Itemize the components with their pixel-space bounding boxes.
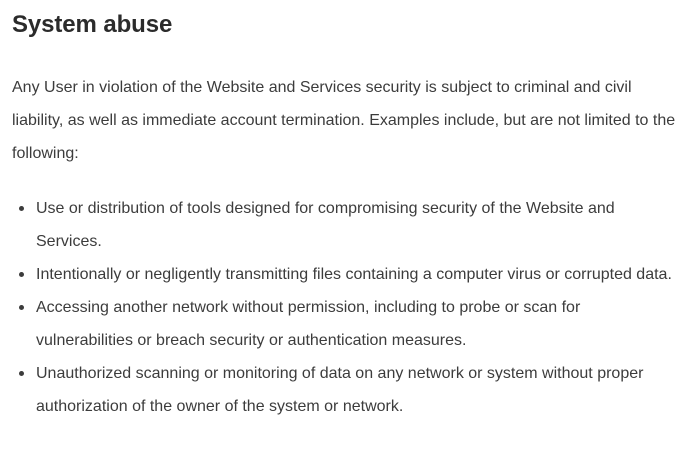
list-item: Unauthorized scanning or monitoring of d…	[12, 357, 677, 423]
list-item-text: Intentionally or negligently transmittin…	[36, 266, 672, 283]
list-item-text: Unauthorized scanning or monitoring of d…	[36, 365, 644, 415]
list-item: Intentionally or negligently transmittin…	[12, 258, 677, 291]
section-title: System abuse	[12, 11, 173, 38]
list-item-text: Accessing another network without permis…	[36, 299, 581, 349]
list-item-text: Use or distribution of tools designed fo…	[36, 200, 615, 250]
examples-list: Use or distribution of tools designed fo…	[12, 192, 677, 423]
system-abuse-section: System abuse Any User in violation of th…	[0, 0, 691, 449]
bullet-icon	[19, 371, 24, 376]
bullet-icon	[19, 272, 24, 277]
bullet-icon	[19, 206, 24, 211]
section-intro: Any User in violation of the Website and…	[12, 79, 676, 162]
bullet-icon	[19, 305, 24, 310]
list-item: Use or distribution of tools designed fo…	[12, 192, 677, 258]
list-item: Accessing another network without permis…	[12, 291, 677, 357]
